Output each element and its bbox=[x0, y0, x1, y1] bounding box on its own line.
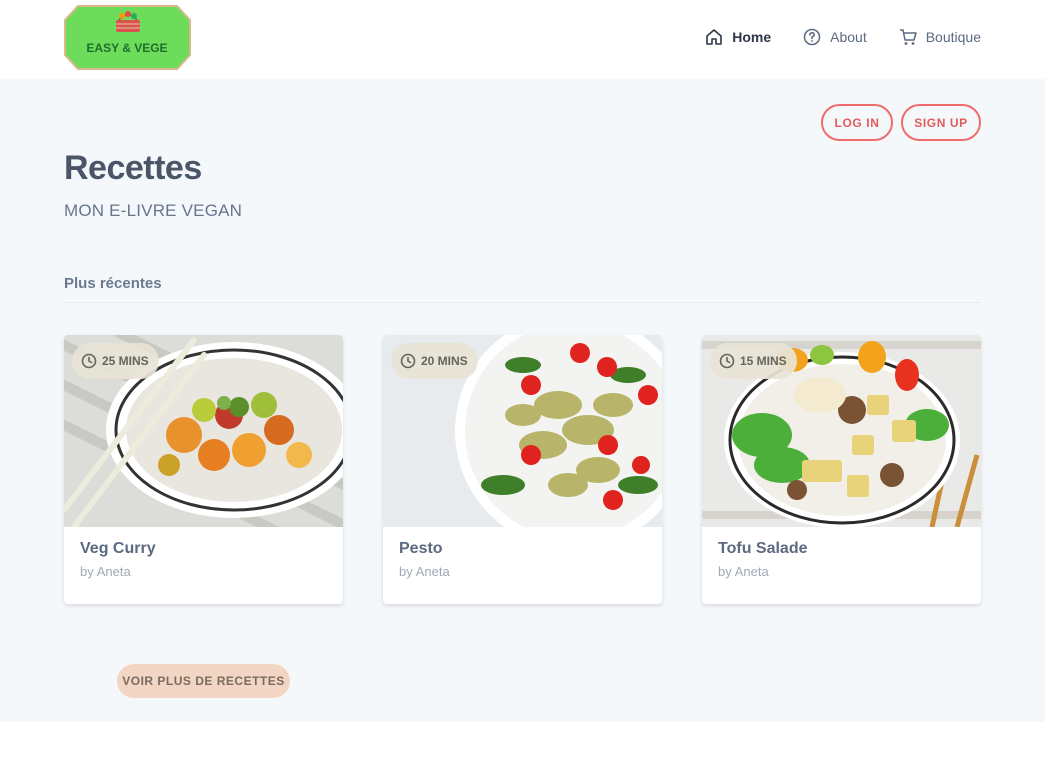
author-name: Aneta bbox=[734, 564, 769, 579]
nav-about-label: About bbox=[830, 29, 867, 45]
signup-button[interactable]: SIGN UP bbox=[901, 104, 981, 141]
recipe-card[interactable]: 25 MINS Veg Curry by Aneta bbox=[64, 335, 343, 604]
time-label: 15 MINS bbox=[740, 354, 787, 368]
recipe-card[interactable]: 20 MINS Pesto by Aneta bbox=[383, 335, 662, 604]
page-subtitle: MON E-LIVRE VEGAN bbox=[64, 201, 243, 220]
main-content: LOG IN SIGN UP Recettes MON E-LIVRE VEGA… bbox=[0, 79, 1045, 722]
nav-boutique-label: Boutique bbox=[925, 29, 981, 45]
card-body: Veg Curry by Aneta bbox=[64, 527, 343, 579]
home-icon bbox=[706, 29, 723, 45]
recipe-title: Tofu Salade bbox=[718, 540, 808, 557]
nav-home-label: Home bbox=[732, 29, 772, 45]
help-circle-icon bbox=[803, 28, 821, 46]
time-badge: 25 MINS bbox=[72, 343, 159, 379]
pesto-image: 20 MINS bbox=[383, 335, 662, 527]
nav-about[interactable]: About bbox=[803, 28, 867, 46]
section-divider bbox=[64, 302, 981, 303]
by-text: by bbox=[718, 564, 732, 579]
nav-boutique[interactable]: Boutique bbox=[899, 28, 981, 46]
logo-text: EASY & VEGE bbox=[86, 41, 167, 55]
recipe-card[interactable]: 15 MINS Tofu Salade by Aneta bbox=[702, 335, 981, 604]
recipe-author-line: by Aneta bbox=[399, 564, 646, 579]
time-label: 25 MINS bbox=[102, 354, 149, 368]
veg-curry-image: 25 MINS bbox=[64, 335, 343, 527]
author-name: Aneta bbox=[96, 564, 131, 579]
time-badge: 15 MINS bbox=[710, 343, 797, 379]
top-header: EASY & VEGE Home About Boutique bbox=[0, 0, 1045, 79]
auth-buttons: LOG IN SIGN UP bbox=[821, 104, 981, 141]
main-nav: Home About Boutique bbox=[673, 28, 981, 46]
tofu-salad-image: 15 MINS bbox=[702, 335, 981, 527]
easy-vege-logo[interactable]: EASY & VEGE bbox=[64, 4, 191, 71]
page-title: Recettes bbox=[64, 149, 202, 187]
recipe-title: Pesto bbox=[399, 540, 443, 557]
cart-icon bbox=[899, 29, 917, 45]
card-body: Tofu Salade by Aneta bbox=[702, 527, 981, 579]
logo-badge-icon: EASY & VEGE bbox=[64, 5, 191, 70]
section-title: Plus récentes bbox=[64, 275, 162, 292]
time-badge: 20 MINS bbox=[391, 343, 478, 379]
nav-home[interactable]: Home bbox=[705, 28, 771, 46]
recipe-card-list: 25 MINS Veg Curry by Aneta 20 MINS Pesto… bbox=[64, 335, 981, 604]
recipe-title: Veg Curry bbox=[80, 540, 156, 557]
login-button[interactable]: LOG IN bbox=[821, 104, 893, 141]
recipe-author-line: by Aneta bbox=[80, 564, 327, 579]
clock-icon bbox=[400, 353, 416, 369]
by-text: by bbox=[80, 564, 94, 579]
author-name: Aneta bbox=[415, 564, 450, 579]
card-body: Pesto by Aneta bbox=[383, 527, 662, 579]
more-recipes-button[interactable]: VOIR PLUS DE RECETTES bbox=[117, 664, 290, 698]
time-label: 20 MINS bbox=[421, 354, 468, 368]
by-text: by bbox=[399, 564, 413, 579]
clock-icon bbox=[719, 353, 735, 369]
clock-icon bbox=[81, 353, 97, 369]
recipe-author-line: by Aneta bbox=[718, 564, 965, 579]
